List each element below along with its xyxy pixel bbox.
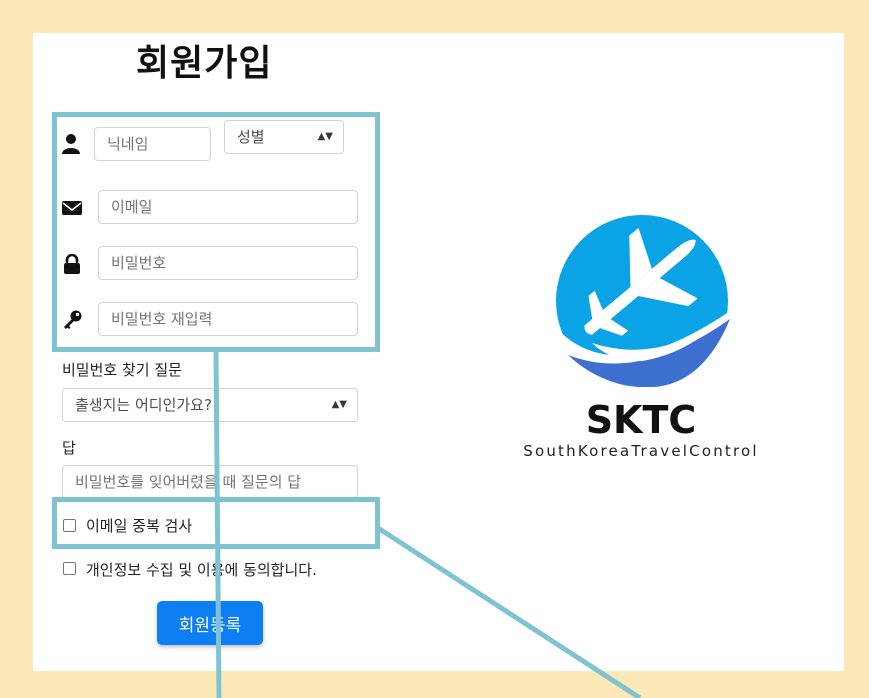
annotation-lines (213, 351, 642, 698)
